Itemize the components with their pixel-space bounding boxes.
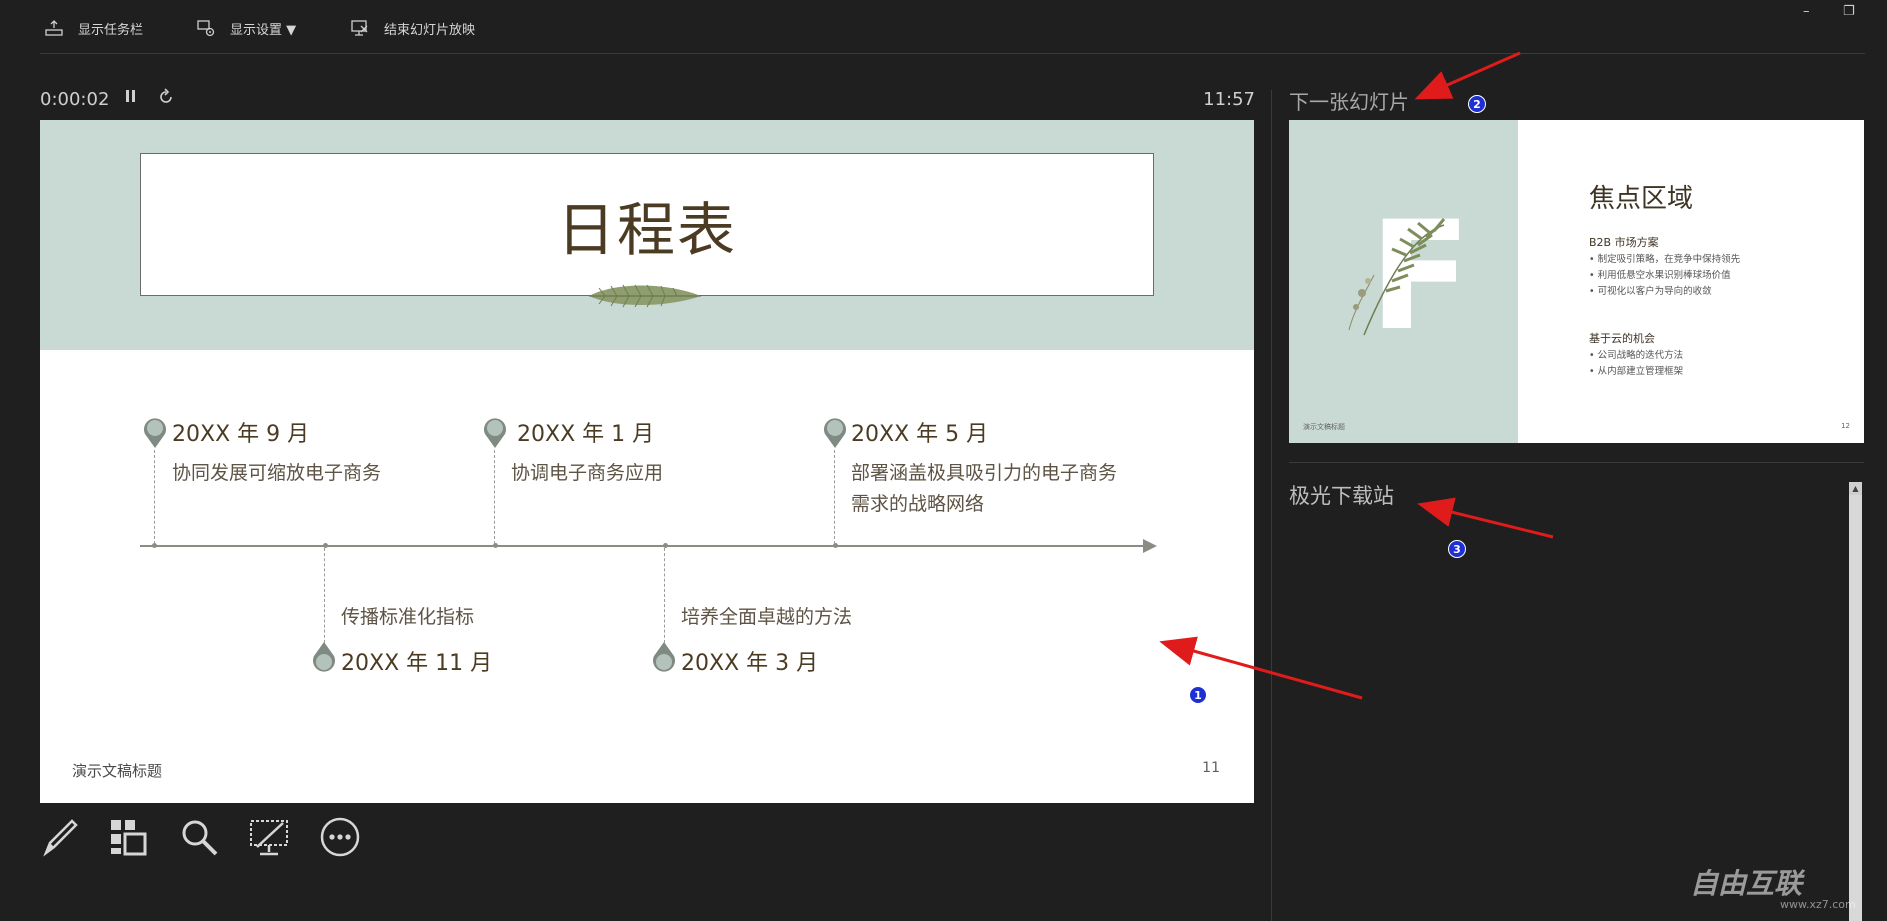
timeline-connector xyxy=(834,450,835,544)
event-description: 部署涵盖极具吸引力的电子商务需求的战略网络 xyxy=(851,462,1118,515)
thumb-footer: 演示文稿标题 xyxy=(1303,423,1345,431)
thumb-bullet: • 可视化以客户为导向的收敛 xyxy=(1589,286,1712,297)
zoom-magnifier-icon[interactable] xyxy=(177,815,221,859)
pen-tool-icon[interactable] xyxy=(38,815,82,859)
title-box: 日程表 xyxy=(140,153,1154,296)
notes-scrollbar[interactable] xyxy=(1849,482,1862,921)
map-pin-icon xyxy=(144,418,166,448)
event-date: 20XX 年 5 月 xyxy=(851,422,989,447)
thumb-section-heading: B2B 市场方案 xyxy=(1589,236,1659,249)
thumb-bullet: • 制定吸引策略，在竞争中保持领先 xyxy=(1589,254,1741,265)
timeline-connector xyxy=(324,548,325,648)
restart-icon[interactable] xyxy=(157,88,175,111)
timeline-axis xyxy=(140,545,1145,547)
display-settings-button[interactable]: 显示设置 ▼ xyxy=(196,18,296,38)
slide-header-band: 日程表 xyxy=(40,120,1254,350)
watermark-logo: 自由互联 xyxy=(1690,867,1803,900)
annotation-arrow-2 xyxy=(1414,51,1521,100)
annotation-badge-1: 1 xyxy=(1189,686,1207,704)
event-date: 20XX 年 3 月 xyxy=(681,651,819,676)
event-date: 20XX 年 9 月 xyxy=(172,422,310,447)
thumb-section-heading: 基于云的机会 xyxy=(1589,332,1655,345)
thumb-bullet: • 从内部建立管理框架 xyxy=(1589,366,1684,377)
timeline-connector xyxy=(494,450,495,544)
scroll-up-arrow-icon[interactable]: ▲ xyxy=(1849,482,1862,495)
elapsed-timer: 0:00:02 xyxy=(40,89,110,110)
slide-number: 11 xyxy=(1202,760,1220,776)
thumb-bullet: • 公司战略的迭代方法 xyxy=(1589,350,1684,361)
thumb-slide-number: 12 xyxy=(1841,422,1850,430)
taskbar-icon xyxy=(45,20,63,36)
map-pin-icon xyxy=(313,642,335,672)
thumb-title: 焦点区域 xyxy=(1589,184,1694,214)
end-slideshow-icon xyxy=(351,20,368,36)
event-description: 协调电子商务应用 xyxy=(511,462,664,484)
event-description: 传播标准化指标 xyxy=(341,606,475,628)
timeline-connector xyxy=(154,450,155,544)
black-screen-icon[interactable] xyxy=(247,815,291,859)
fern-plant-icon xyxy=(1348,218,1446,336)
end-slideshow-label: 结束幻灯片放映 xyxy=(384,22,476,38)
minimize-button[interactable]: – xyxy=(1803,4,1810,19)
toolbar-divider xyxy=(40,53,1865,54)
next-slide-label: 下一张幻灯片 xyxy=(1289,90,1409,114)
pane-divider[interactable] xyxy=(1271,90,1272,921)
more-options-icon[interactable] xyxy=(318,815,362,859)
map-pin-icon xyxy=(653,642,675,672)
event-description: 协同发展可缩放电子商务 xyxy=(172,462,382,484)
next-slide-thumbnail[interactable]: F 焦点区域 B2B 市场方案 • 制定吸引策略，在竞争中保持领先 • 利用低悬… xyxy=(1289,120,1864,443)
event-description: 培养全面卓越的方法 xyxy=(681,606,853,628)
notes-divider xyxy=(1289,462,1864,463)
thumb-bullet: • 利用低悬空水果识别棒球场价值 xyxy=(1589,270,1731,281)
annotation-badge-3: 3 xyxy=(1448,540,1466,558)
map-pin-icon xyxy=(824,418,846,448)
clock: 11:57 xyxy=(1203,89,1255,110)
slide-title: 日程表 xyxy=(556,195,737,264)
speaker-notes[interactable]: 极光下载站 xyxy=(1289,480,1394,510)
map-pin-icon xyxy=(484,418,506,448)
display-settings-label: 显示设置 ▼ xyxy=(230,22,297,38)
watermark-url: www.xz7.com xyxy=(1780,898,1856,911)
timeline-connector xyxy=(664,548,665,648)
annotation-arrow-3 xyxy=(1417,497,1554,539)
show-taskbar-button[interactable]: 显示任务栏 xyxy=(44,18,143,38)
pause-icon[interactable] xyxy=(125,88,137,109)
event-date: 20XX 年 11 月 xyxy=(341,651,493,676)
fern-leaf-icon xyxy=(589,284,701,308)
all-slides-icon[interactable] xyxy=(106,815,150,859)
timeline-arrow-icon xyxy=(1143,539,1157,553)
event-date: 20XX 年 1 月 xyxy=(517,422,655,447)
display-settings-icon xyxy=(197,20,215,37)
slide-footer: 演示文稿标题 xyxy=(72,762,163,780)
show-taskbar-label: 显示任务栏 xyxy=(78,22,144,38)
annotation-badge-2: 2 xyxy=(1468,95,1486,113)
current-slide[interactable]: 日程表 20XX 年 9 月 协同发展可缩放电子商务 20XX 年 1 月 协调… xyxy=(40,120,1254,803)
end-slideshow-button[interactable]: 结束幻灯片放映 xyxy=(350,18,475,38)
restore-button[interactable]: ❐ xyxy=(1843,4,1855,19)
